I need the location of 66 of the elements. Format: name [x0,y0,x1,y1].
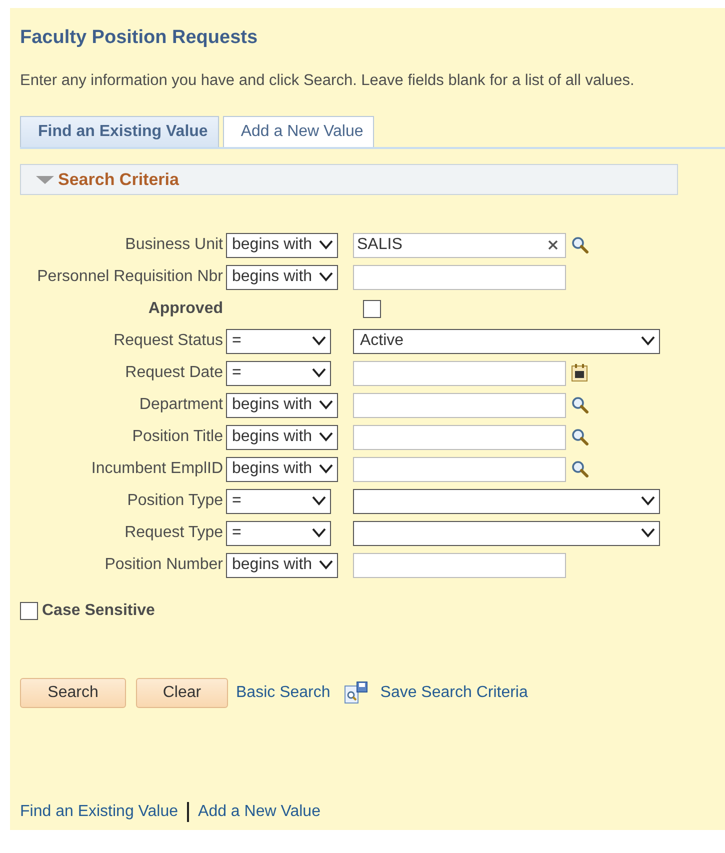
search-icon[interactable] [571,396,589,414]
text-field[interactable] [353,424,566,450]
operator-dropdown[interactable]: begins with [226,392,338,418]
instructions-text: Enter any information you have and click Search. Leave fields blank for a list of all values. [20,72,636,90]
chevron-icon [640,336,656,346]
operator-dropdown[interactable]: begins with [226,232,338,258]
field-label: Request Type [124,524,223,542]
operator-dropdown[interactable]: = [226,328,331,354]
chevron-icon [318,432,334,442]
calendar-icon[interactable] [571,363,589,383]
operator-dropdown[interactable]: begins with [226,456,338,482]
value-dropdown[interactable]: Active [353,328,660,354]
clear-icon[interactable] [547,238,559,250]
button[interactable]: Clear [136,678,228,708]
operator-dropdown[interactable]: = [226,520,331,546]
footer-link[interactable]: Add a New Value [198,803,320,821]
search-icon[interactable] [571,460,589,478]
collapse-triangle-icon [35,174,55,184]
text-field[interactable] [353,360,566,386]
field-label: Department [138,396,223,414]
operator-dropdown[interactable]: = [226,360,331,386]
field-label: Approved [147,300,223,318]
operator-dropdown[interactable]: begins with [226,264,338,290]
chevron-icon [640,528,656,538]
save-search-icon[interactable] [344,681,368,705]
chevron-icon [318,464,334,474]
footer-link[interactable]: Find an Existing Value [20,803,178,821]
tab[interactable]: Find an Existing Value [20,116,219,147]
field-label: Personnel Requisition Nbr [36,268,223,286]
field-label: Request Date [124,364,223,382]
checkbox-label: Case Sensitive [42,602,155,620]
page-title: Faculty Position Requests [20,26,259,49]
field-label: Business Unit [124,236,223,254]
operator-dropdown[interactable]: = [226,488,331,514]
value-dropdown[interactable] [353,488,660,514]
save-search-link[interactable]: Save Search Criteria [380,684,528,702]
text-field[interactable] [353,392,566,418]
button[interactable]: Search [20,678,126,708]
chevron-icon [311,528,327,538]
chevron-icon [318,272,334,282]
field-label: Position Title [131,428,223,446]
chevron-icon [318,560,334,570]
chevron-icon [311,368,327,378]
text-field[interactable]: SALIS [353,232,566,258]
field-label: Position Number [104,556,223,574]
chevron-icon [318,400,334,410]
operator-dropdown[interactable]: begins with [226,424,338,450]
text-field[interactable] [353,456,566,482]
chevron-icon [318,240,334,250]
checkbox[interactable] [20,602,38,620]
chevron-icon [311,496,327,506]
chevron-icon [640,496,656,506]
field-label: Incumbent EmplID [90,460,223,478]
operator-dropdown[interactable]: begins with [226,552,338,578]
search-icon[interactable] [571,236,589,254]
chevron-icon [311,336,327,346]
checkbox[interactable] [363,300,381,318]
text-field[interactable] [353,552,566,578]
field-label: Position Type [126,492,223,510]
tab[interactable]: Add a New Value [222,116,374,147]
field-label: Request Status [112,332,223,350]
text-field[interactable] [353,264,566,290]
basic-search-link[interactable]: Basic Search [236,684,330,702]
value-dropdown[interactable] [353,520,660,546]
search-icon[interactable] [571,428,589,446]
section-header[interactable]: Search Criteria [20,164,678,195]
